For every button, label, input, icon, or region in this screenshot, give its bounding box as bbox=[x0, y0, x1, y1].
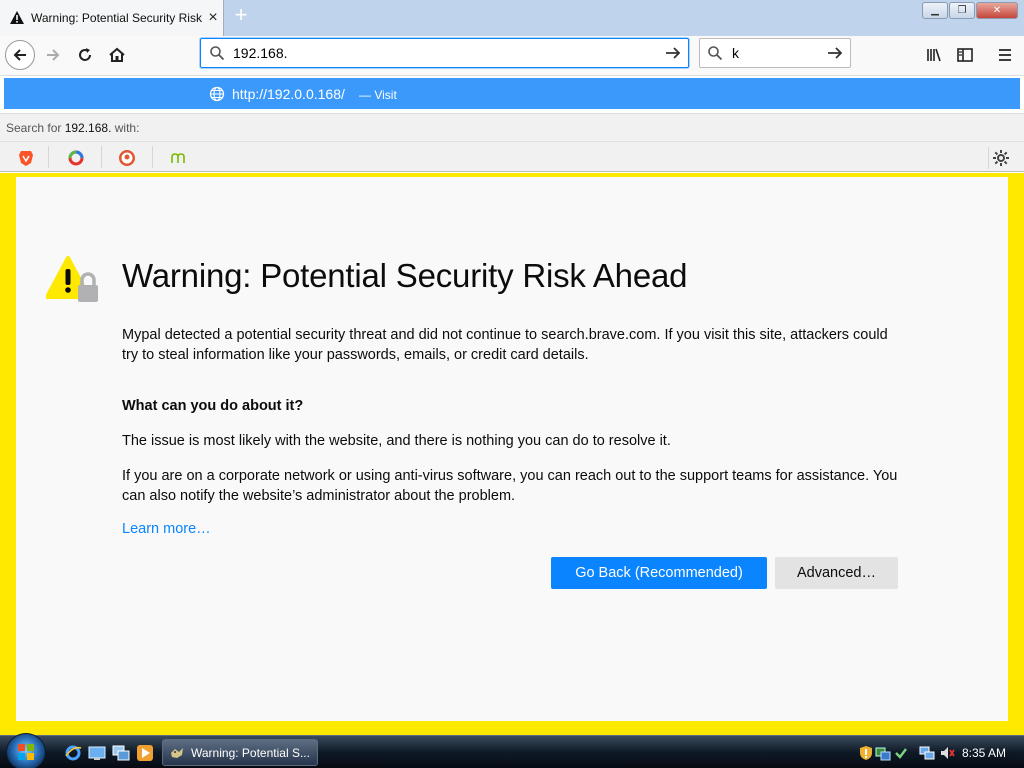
browser-icon bbox=[171, 747, 183, 758]
globe-icon bbox=[209, 86, 225, 107]
warning-icon bbox=[9, 10, 25, 26]
windows-logo-icon bbox=[18, 744, 34, 760]
search-go-arrow-icon[interactable] bbox=[820, 44, 850, 62]
network-icon[interactable] bbox=[919, 745, 935, 761]
url-bar[interactable]: 192.168. bbox=[200, 38, 689, 68]
search-for-header: Search for 192.168. with: bbox=[0, 113, 1024, 141]
learn-more-link[interactable]: Learn more… bbox=[122, 521, 211, 537]
tab-active[interactable]: Warning: Potential Security Risk Ahead × bbox=[0, 0, 224, 36]
brave-icon[interactable] bbox=[16, 148, 36, 168]
minimize-button[interactable]: ▁ bbox=[922, 2, 948, 19]
suggestion-action: — Visit bbox=[359, 88, 397, 102]
search-for-suffix: with: bbox=[111, 121, 140, 135]
arrow-right-icon bbox=[47, 49, 60, 61]
page-title: Warning: Potential Security Risk Ahead bbox=[122, 257, 688, 294]
volume-muted-icon[interactable] bbox=[939, 745, 955, 761]
security-shield-icon[interactable] bbox=[858, 745, 874, 761]
reload-button[interactable] bbox=[70, 40, 100, 70]
switch-windows-icon[interactable] bbox=[112, 744, 130, 762]
question-heading: What can you do about it? bbox=[122, 398, 304, 414]
duckduckgo-icon[interactable] bbox=[117, 148, 137, 168]
go-arrow-icon[interactable] bbox=[658, 44, 688, 62]
navigation-toolbar: 192.168. k bbox=[0, 36, 1024, 76]
media-player-icon[interactable] bbox=[136, 744, 154, 762]
home-button[interactable] bbox=[102, 40, 132, 70]
taskbar: Warning: Potential S... 8:35 AM bbox=[0, 733, 1024, 768]
new-tab-button[interactable]: + bbox=[230, 4, 252, 28]
qwant-icon[interactable] bbox=[66, 148, 86, 168]
search-icon bbox=[700, 45, 730, 61]
close-icon[interactable]: × bbox=[203, 9, 223, 27]
go-back-button[interactable]: Go Back (Recommended) bbox=[551, 557, 767, 589]
back-button[interactable] bbox=[5, 40, 35, 70]
show-desktop-icon[interactable] bbox=[88, 744, 106, 762]
window-controls: ▁ ❐ ✕ bbox=[922, 2, 1018, 19]
clock: 8:35 AM bbox=[962, 746, 1007, 760]
tab-title: Warning: Potential Security Risk Ahead bbox=[31, 11, 203, 25]
mojeek-icon[interactable] bbox=[168, 148, 188, 168]
search-bar[interactable]: k bbox=[699, 38, 851, 68]
advice-text: If you are on a corporate network or usi… bbox=[122, 468, 898, 504]
tab-strip: Warning: Potential Security Risk Ahead ×… bbox=[0, 0, 1024, 36]
url-input[interactable]: 192.168. bbox=[233, 45, 658, 61]
search-input[interactable]: k bbox=[730, 45, 820, 61]
start-button[interactable] bbox=[6, 733, 46, 768]
maximize-button[interactable]: ❐ bbox=[949, 2, 975, 19]
error-panel: Warning: Potential Security Risk Ahead M… bbox=[16, 177, 1008, 721]
window-close-button[interactable]: ✕ bbox=[976, 2, 1018, 19]
sidebar-icon[interactable] bbox=[952, 42, 978, 68]
network-status-icon[interactable] bbox=[875, 745, 891, 761]
reload-icon bbox=[79, 48, 91, 61]
forward-button[interactable] bbox=[38, 40, 68, 70]
library-icon[interactable] bbox=[921, 42, 947, 68]
check-icon[interactable] bbox=[893, 745, 909, 761]
arrow-left-icon bbox=[13, 49, 26, 61]
intro-text: Mypal detected a potential security thre… bbox=[122, 327, 888, 363]
taskbar-window-button[interactable]: Warning: Potential S... bbox=[162, 739, 318, 766]
search-for-term: 192.168. bbox=[64, 121, 112, 135]
advanced-button[interactable]: Advanced… bbox=[775, 557, 898, 589]
issue-text: The issue is most likely with the websit… bbox=[122, 433, 671, 449]
taskbar-window-title: Warning: Potential S... bbox=[191, 745, 310, 760]
search-engine-bar bbox=[0, 141, 1024, 172]
hamburger-menu-icon[interactable] bbox=[992, 42, 1018, 68]
warning-lock-icon bbox=[45, 255, 102, 312]
home-icon bbox=[109, 47, 125, 62]
search-for-prefix: Search for bbox=[6, 121, 65, 135]
url-suggestion-row[interactable]: http://192.0.0.168/ — Visit bbox=[4, 78, 1020, 109]
gear-icon[interactable] bbox=[988, 147, 1010, 169]
internet-explorer-icon[interactable] bbox=[64, 744, 82, 762]
error-page: Warning: Potential Security Risk Ahead M… bbox=[0, 173, 1024, 735]
search-icon bbox=[201, 45, 233, 61]
suggestion-url: http://192.0.0.168/ bbox=[232, 86, 345, 102]
